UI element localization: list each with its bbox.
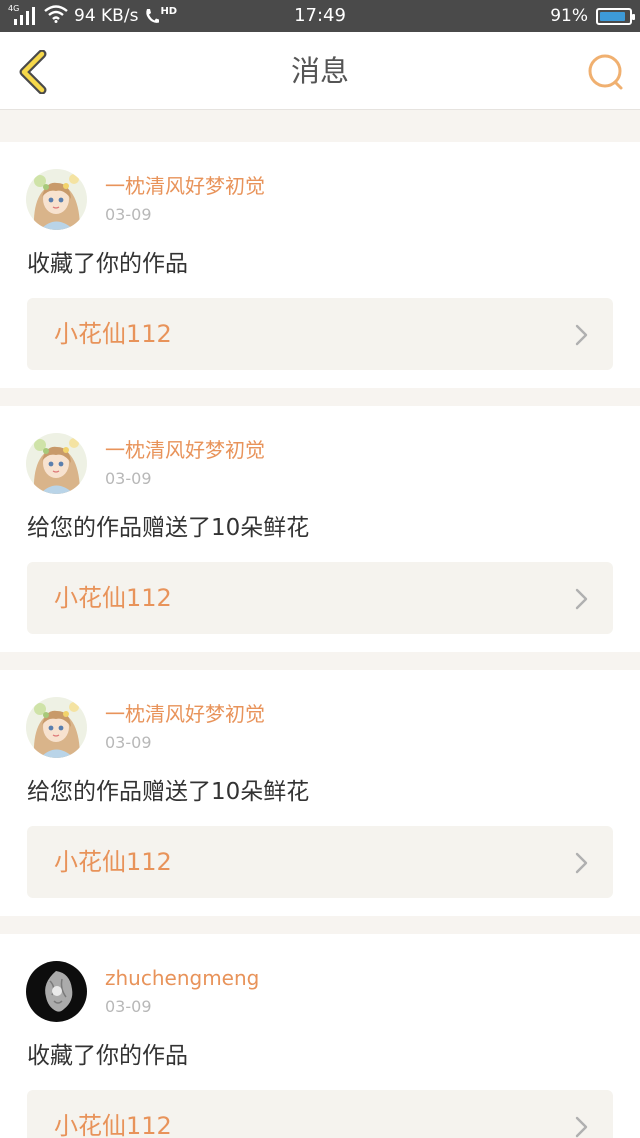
work-link[interactable]: 小花仙112	[27, 1090, 613, 1138]
message-date: 03-09	[105, 469, 152, 488]
sender-name[interactable]: 一枕清风好梦初觉	[105, 437, 265, 463]
sender-name[interactable]: 一枕清风好梦初觉	[105, 701, 265, 727]
work-link[interactable]: 小花仙112	[27, 826, 613, 898]
work-link[interactable]: 小花仙112	[27, 298, 613, 370]
chevron-right-icon	[575, 852, 588, 874]
message-card: 一枕清风好梦初觉 03-09 给您的作品赠送了10朵鲜花 小花仙112	[0, 406, 640, 652]
message-card: zhuchengmeng 03-09 收藏了你的作品 小花仙112	[0, 934, 640, 1138]
anime-girl-avatar-image	[26, 433, 87, 494]
message-date: 03-09	[105, 205, 152, 224]
status-time: 17:49	[294, 5, 346, 26]
battery-icon	[596, 7, 635, 25]
chevron-right-icon	[575, 1116, 588, 1138]
message-card: 一枕清风好梦初觉 03-09 给您的作品赠送了10朵鲜花 小花仙112	[0, 670, 640, 916]
sender-name[interactable]: 一枕清风好梦初觉	[105, 173, 265, 199]
avatar[interactable]	[26, 169, 87, 230]
work-link[interactable]: 小花仙112	[27, 562, 613, 634]
avatar[interactable]	[26, 697, 87, 758]
work-title: 小花仙112	[54, 320, 172, 348]
message-text: 给您的作品赠送了10朵鲜花	[27, 515, 310, 541]
work-title: 小花仙112	[54, 1112, 172, 1138]
status-right: 91%	[550, 4, 635, 28]
work-title: 小花仙112	[54, 584, 172, 612]
work-title: 小花仙112	[54, 848, 172, 876]
search-button[interactable]	[586, 52, 626, 92]
chevron-right-icon	[575, 588, 588, 610]
search-icon	[588, 54, 623, 90]
message-date: 03-09	[105, 733, 152, 752]
status-bar: 4G 94 KB/s HD 17:49 91%	[0, 0, 640, 32]
message-text: 收藏了你的作品	[27, 1043, 188, 1069]
anime-girl-avatar-image	[26, 169, 87, 230]
sender-name[interactable]: zhuchengmeng	[105, 965, 259, 991]
header: 消息	[0, 32, 640, 110]
message-text: 收藏了你的作品	[27, 251, 188, 277]
battery-fill	[600, 11, 626, 21]
message-card: 一枕清风好梦初觉 03-09 收藏了你的作品 小花仙112	[0, 142, 640, 388]
avatar[interactable]	[26, 961, 87, 1022]
page-title: 消息	[290, 54, 349, 88]
avatar[interactable]	[26, 433, 87, 494]
battery-percent: 91%	[550, 6, 588, 26]
dark-avatar-image	[26, 961, 87, 1022]
chevron-right-icon	[575, 324, 588, 346]
message-date: 03-09	[105, 997, 152, 1016]
message-text: 给您的作品赠送了10朵鲜花	[27, 779, 310, 805]
anime-girl-avatar-image	[26, 697, 87, 758]
